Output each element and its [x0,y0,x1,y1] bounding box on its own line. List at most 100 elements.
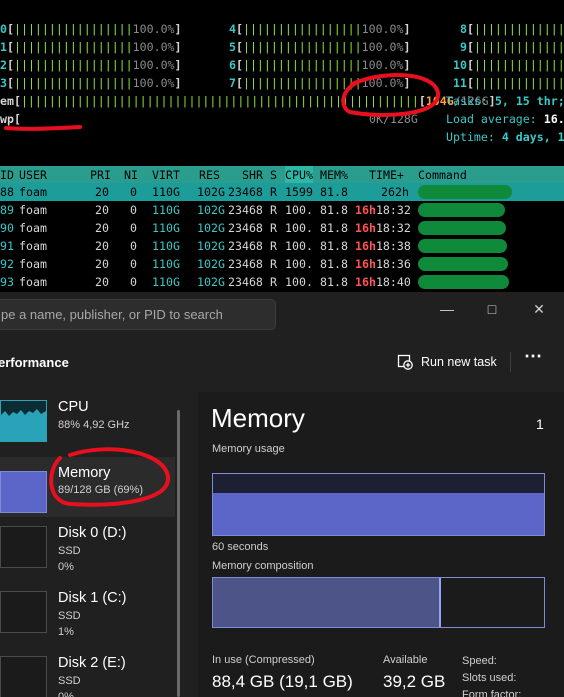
sidebar-item-cpu[interactable]: CPU 88% 4,92 GHz [0,392,175,452]
cpu-meter-row: 8[||||||||||||||||| [446,20,564,38]
cpu-id: 7 [229,76,236,90]
maximize-icon[interactable]: □ [482,301,502,317]
in-use-value: 88,4 GB (19,1 GB) [212,672,353,691]
process-ni: 0 [130,257,137,271]
process-virt: 110G [152,221,180,235]
sidebar-item-label: Disk 2 (E:) [58,655,126,671]
sidebar-item-disk-2-e[interactable]: Disk 2 (E:) SSD 0% [0,648,175,697]
process-shr: 23468 [228,275,263,289]
process-cpu: 100. [285,257,313,271]
sidebar-item-label: Disk 1 (C:) [58,590,127,606]
cpu-id: 9 [460,40,467,54]
col-command[interactable]: Command [418,166,467,184]
cpu-percent: 100.0% [132,22,175,36]
sidebar-item-disk-1-c[interactable]: Disk 1 (C:) SSD 1% [0,583,175,643]
cpu-percent: 100.0% [132,58,175,72]
sidebar-item-disk-0-d[interactable]: Disk 0 (D:) SSD 0% [0,518,175,578]
sidebar-item-usage: 0% [58,561,74,573]
col-time[interactable]: TIME+ [369,166,404,184]
run-task-icon [397,354,413,370]
sidebar-scrollbar[interactable] [177,410,180,697]
process-s: R [270,239,277,253]
col-shr[interactable]: SHR [242,166,263,184]
process-res: 102G [197,185,225,199]
process-cpu: 100. [285,203,313,217]
run-new-task-button[interactable]: Run new task [397,350,497,374]
process-ni: 0 [130,185,137,199]
cpu-meter-row: 2[|||||||||||||||||100.0%] [0,58,182,72]
cpu-id: 5 [229,40,236,54]
memory-panel: Memory 1 Memory usage 60 seconds Memory … [198,392,564,697]
cpu-id: 1 [0,40,7,54]
cpu-id: 3 [0,76,7,90]
col-state[interactable]: S [270,166,277,184]
form-factor-label: Form factor: [462,689,522,697]
memory-composition-label: Memory composition [212,560,314,572]
col-cpu[interactable]: CPU% [285,166,313,184]
process-res: 102G [197,221,225,235]
memory-meter: em[|||||||||||||||||||||||||||||||||||||… [0,94,496,108]
cpu-id: 0 [0,22,7,36]
process-ni: 0 [130,221,137,235]
process-user: foam [19,221,47,235]
process-s: R [270,185,277,199]
process-mem: 81.8 [320,203,348,217]
process-ni: 0 [130,203,137,217]
process-shr: 23468 [228,203,263,217]
title-bar: pe a name, publisher, or PID to search —… [0,292,564,336]
process-shr: 23468 [228,221,263,235]
cpu-percent: 100.0% [132,40,175,54]
process-pri: 20 [95,275,109,289]
cpu-meter-row: 4[|||||||||||||||||100.0%] [229,22,411,36]
process-mem: 81.8 [320,257,348,271]
minimize-icon[interactable]: — [437,301,457,317]
process-mem: 81.8 [320,239,348,253]
process-shr: 23468 [228,257,263,271]
process-cpu: 100. [285,239,313,253]
process-s: R [270,275,277,289]
process-user: foam [19,257,47,271]
available-value: 39,2 GB [383,672,446,691]
col-res[interactable]: RES [199,166,220,184]
process-virt: 110G [152,203,180,217]
redacted-command [418,275,509,289]
process-pri: 20 [95,239,109,253]
panel-title: Memory [211,403,305,433]
process-pid: 91 [0,239,14,253]
col-user[interactable]: USER [19,166,47,184]
memory-usage-fill [213,492,544,535]
sidebar-item-memory[interactable]: Memory 89/128 GB (69%) [0,457,175,517]
sidebar-item-label: Memory [58,465,111,481]
cpu-id: 8 [460,22,467,36]
process-pri: 20 [95,221,109,235]
col-virt[interactable]: VIRT [152,166,180,184]
sidebar-item-detail: 88% 4,92 GHz [58,419,130,431]
process-table-header: ID USER PRI NI VIRT RES SHR S CPU% MEM% … [0,166,564,184]
col-pri[interactable]: PRI [90,166,111,184]
process-ni: 0 [130,239,137,253]
sidebar-thumbnail [0,471,47,513]
search-input[interactable]: pe a name, publisher, or PID to search [0,299,276,330]
more-options-icon[interactable]: ⋯ [524,346,542,367]
close-icon[interactable]: ✕ [529,301,549,318]
sidebar-thumbnail [0,591,47,633]
memory-in-use-segment [213,578,442,627]
col-mem[interactable]: MEM% [320,166,348,184]
process-shr: 23468 [228,239,263,253]
sidebar-item-detail: SSD [58,610,81,622]
sidebar-item-usage: 0% [58,691,74,697]
cpu-percent: 100.0% [361,40,404,54]
col-pid[interactable]: ID [0,166,14,184]
col-ni[interactable]: NI [124,166,138,184]
process-pri: 20 [95,185,109,199]
cpu-percent: 100.0% [361,76,404,90]
process-cpu: 100. [285,221,313,235]
page-title: erformance [0,355,69,370]
redacted-command [418,239,507,253]
cpu-meter-row: 1[|||||||||||||||||100.0%] [0,40,182,54]
process-user: foam [19,239,47,253]
sidebar-item-usage: 1% [58,626,74,638]
process-user: foam [19,203,47,217]
toolbar-divider [510,352,511,372]
process-pri: 20 [95,203,109,217]
